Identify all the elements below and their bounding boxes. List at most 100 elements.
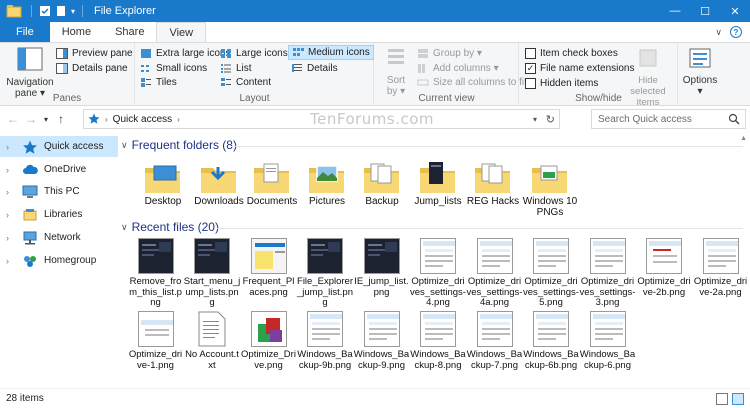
address-chevron-icon: › [105,114,108,124]
tab-home[interactable]: Home [50,22,103,42]
layout-content[interactable]: Content [220,75,271,90]
folder-tile[interactable]: Documents [244,158,300,207]
file-label: Optimize_drive-2a.png [693,276,748,298]
group-by-button[interactable]: Group by ▾ [417,46,482,61]
expand-arrow-icon[interactable]: › [6,256,18,266]
customize-toolbar-icon[interactable]: ▾ [71,7,75,16]
file-tile[interactable]: Start_menu_jump_lists.png [184,238,241,309]
scroll-up-icon[interactable]: ▲ [740,135,747,142]
item-check-boxes-toggle[interactable]: Item check boxes [525,46,618,61]
file-tile[interactable]: Remove_from_this_list.png [127,238,184,309]
nav-item-homegroup[interactable]: › Homegroup [0,250,118,271]
preview-pane-button[interactable]: Preview pane [56,46,133,61]
address-dropdown-icon[interactable]: ▾ [533,115,537,124]
tab-share[interactable]: Share [103,22,156,42]
tab-file[interactable]: File [0,22,50,42]
nav-item-libraries[interactable]: › Libraries [0,204,118,225]
folder-tile[interactable]: Backup [354,158,410,207]
nav-item-quick-access[interactable]: › Quick access [0,136,118,157]
new-folder-icon[interactable] [55,5,67,17]
file-tile[interactable]: Windows_Backup-9b.png [297,311,354,371]
file-tile[interactable]: Windows_Backup-8.png [410,311,467,371]
forward-button[interactable]: → [22,109,40,129]
file-tile[interactable]: Windows_Backup-9.png [353,311,410,371]
item-check-boxes-checkbox[interactable] [525,48,536,59]
file-tile[interactable]: IE_jump_list.png [353,238,410,298]
folder-tile[interactable]: Pictures [299,158,355,207]
sort-by-icon [388,49,404,64]
cloud-icon [23,164,38,174]
folder-tile[interactable]: REG Hacks [465,158,521,207]
nav-item-this-pc[interactable]: › This PC [0,181,118,202]
refresh-icon[interactable]: ↻ [546,113,555,126]
address-path[interactable]: Quick access [113,114,172,125]
nav-item-onedrive[interactable]: › OneDrive [0,159,118,180]
large-icons-view-toggle-icon[interactable] [732,393,744,405]
file-tile[interactable]: Optimize_drive-1.png [127,311,184,371]
file-tile[interactable]: Windows_Backup-7.png [466,311,523,371]
file-tile[interactable]: Optimize_drive-2b.png [636,238,693,298]
file-name-extensions-toggle[interactable]: ✓ File name extensions [525,61,635,76]
file-tile[interactable]: Optimize_drives_settings-3.png [579,238,636,309]
hidden-items-checkbox[interactable] [525,78,536,89]
file-name-extensions-checkbox[interactable]: ✓ [525,63,536,74]
close-button[interactable]: ✕ [720,0,750,22]
minimize-button[interactable]: — [660,0,690,22]
add-columns-button[interactable]: Add columns ▾ [417,61,499,76]
layout-details[interactable]: Details [291,61,338,76]
image-thumbnail [307,311,343,347]
folder-tile[interactable]: Downloads [191,158,247,207]
collapse-chevron-icon[interactable]: ∨ [121,140,128,151]
recent-files-header[interactable]: ∨ Recent files (20) [121,220,219,234]
details-pane-button[interactable]: Details pane [56,61,128,76]
file-tile[interactable]: No Account.txt [184,311,241,371]
file-tile[interactable]: Frequent_Places.png [240,238,297,298]
details-view-toggle-icon[interactable] [716,393,728,405]
recent-locations-button[interactable]: ▾ [40,109,52,129]
file-label: Windows_Backup-9.png [353,349,410,371]
sort-by-button[interactable]: Sort by ▾ [381,47,411,97]
frequent-folders-header[interactable]: ∨ Frequent folders (8) [121,138,237,152]
title-bar: ▾ File Explorer — ☐ ✕ [0,0,750,22]
layout-small-icons[interactable]: Small icons [140,61,207,76]
hidden-items-toggle[interactable]: Hidden items [525,76,598,91]
search-input[interactable]: Search Quick access [598,114,692,125]
properties-icon[interactable] [39,5,51,17]
hide-selected-icon [639,49,657,67]
search-box[interactable]: Search Quick access [591,109,746,129]
expand-arrow-icon[interactable]: › [6,142,18,152]
expand-arrow-icon[interactable]: › [6,187,18,197]
file-tile[interactable]: Optimize_drives_settings-4.png [410,238,467,309]
file-tile[interactable]: Windows_Backup-6.png [579,311,636,371]
file-tile[interactable]: File_Explorer_jump_list.png [297,238,354,309]
minimize-ribbon-icon[interactable]: ∨ [715,27,722,38]
expand-arrow-icon[interactable]: › [6,233,18,243]
layout-large-icons[interactable]: Large icons [220,46,288,61]
file-tile[interactable]: Optimize_drives_settings-5.png [523,238,580,309]
help-icon[interactable]: ? [730,26,742,38]
file-tile[interactable]: Optimize_Drive.png [240,311,297,371]
collapse-chevron-icon[interactable]: ∨ [121,222,128,233]
folder-tile[interactable]: Jump_lists [410,158,466,207]
navigation-pane-button[interactable]: Navigation pane ▾ [4,47,56,99]
file-tile[interactable]: Windows_Backup-6b.png [523,311,580,371]
maximize-button[interactable]: ☐ [690,0,720,22]
file-tile[interactable]: Optimize_drive-2a.png [692,238,749,298]
layout-medium-icons[interactable]: Medium icons [288,45,374,60]
file-tile[interactable]: Optimize_drives_settings-4a.png [466,238,523,309]
folder-tile[interactable]: Desktop [135,158,191,207]
show-hide-group-label: Show/hide [575,93,622,104]
up-button[interactable]: ↑ [52,109,70,129]
expand-arrow-icon[interactable]: › [6,165,18,175]
tab-view[interactable]: View [156,22,207,42]
expand-arrow-icon[interactable]: › [6,210,18,220]
layout-tiles[interactable]: Tiles [140,75,177,90]
folder-tile[interactable]: Windows 10 PNGs [522,158,578,218]
options-button[interactable]: Options ▾ [680,47,720,97]
image-thumbnail [137,238,174,274]
layout-extra-large-icons[interactable]: Extra large icons [140,46,230,61]
nav-item-network[interactable]: › Network [0,227,118,248]
back-button[interactable]: ← [4,109,22,129]
layout-list[interactable]: List [220,61,252,76]
size-columns-button[interactable]: Size all columns to fit [417,75,527,90]
